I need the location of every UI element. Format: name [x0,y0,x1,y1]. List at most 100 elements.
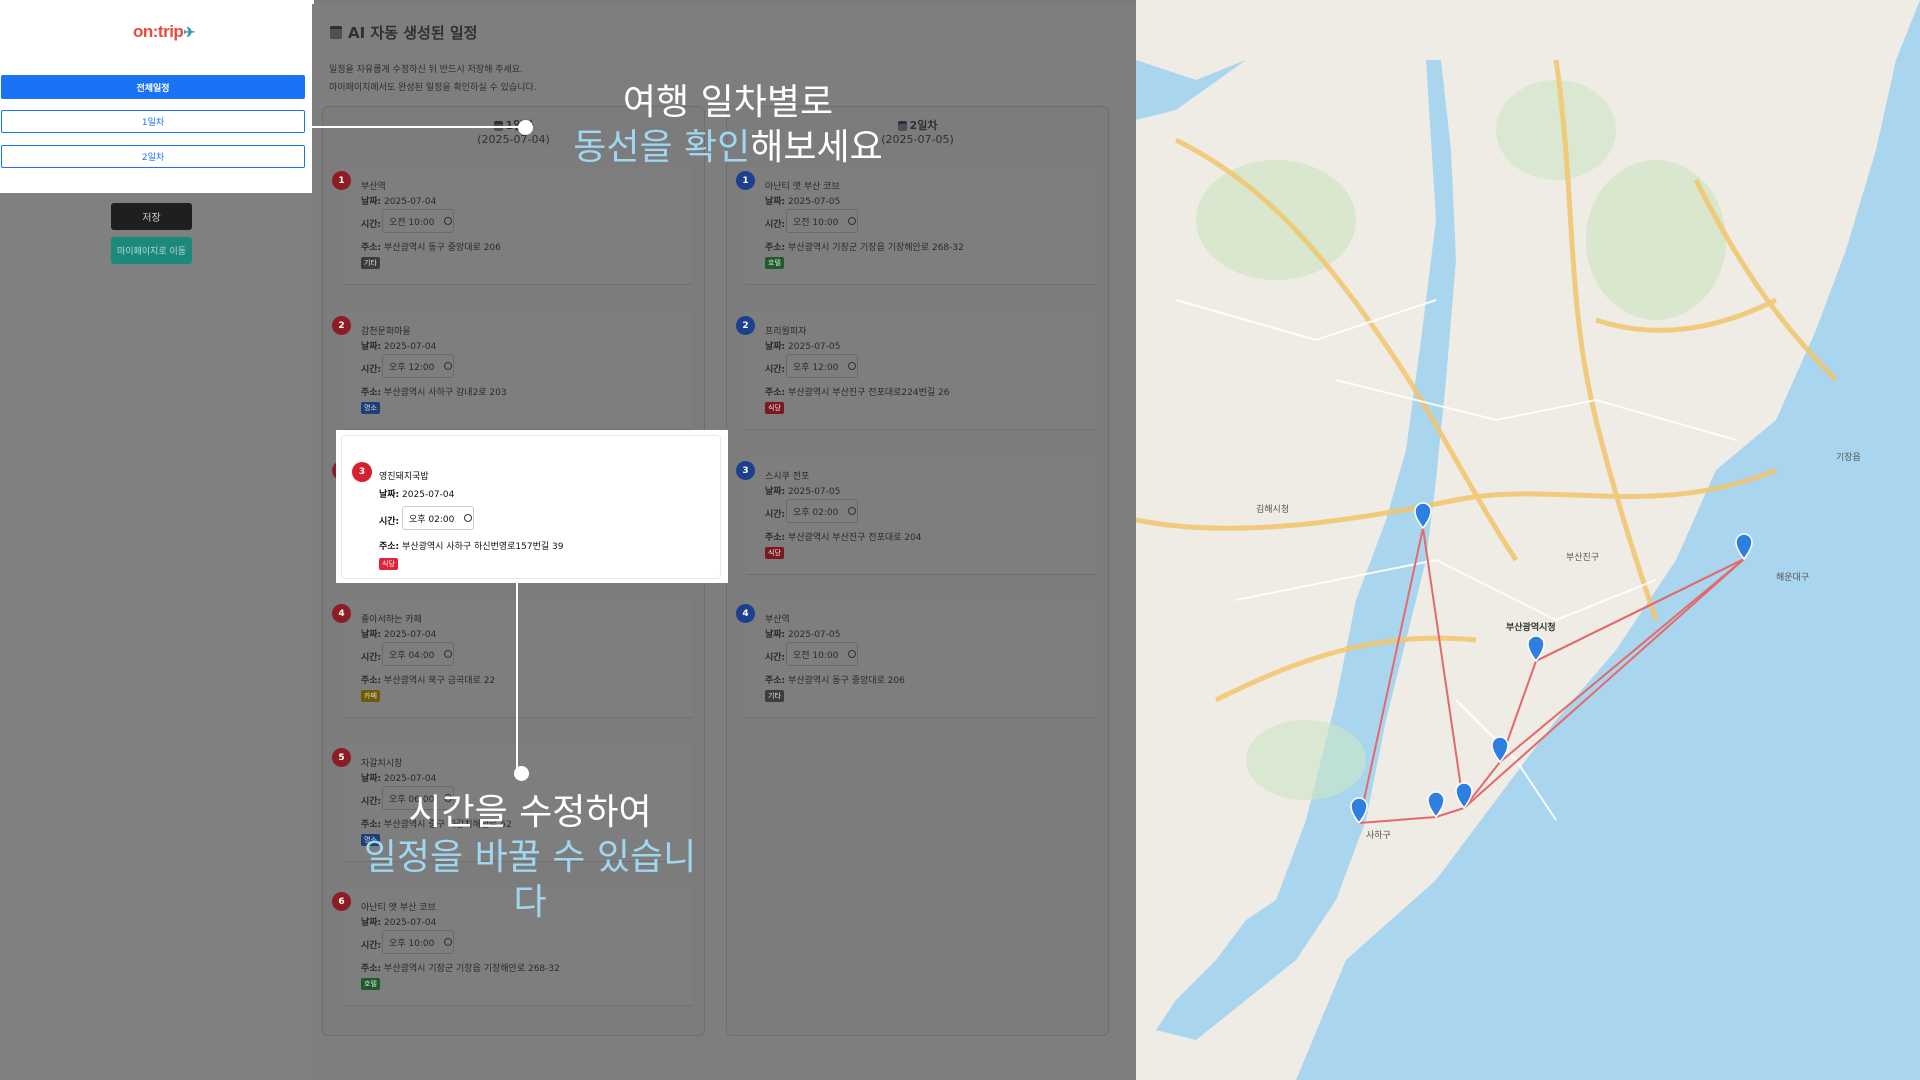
schedule-card[interactable]: 1 부산역날짜: 2025-07-04 시간: 오전 10:00 주소: 부산광역시 동… [332,167,692,285]
time-input[interactable]: 오후 12:00 [786,354,858,378]
clock-icon [444,217,453,225]
order-badge: 4 [332,604,351,623]
order-badge: 1 [736,171,755,190]
place-name: 스시쿠 전포 [765,472,810,482]
map-label: 부산광역시청 [1506,621,1556,633]
place-address: 주소: 부산광역시 부산진구 전포대로 204 [765,533,922,543]
place-date: 날짜: 2025-07-04 [361,197,437,207]
category-tag: 식당 [765,402,784,414]
day1-button[interactable]: 1일차 [1,110,305,133]
place-name: 부산역 [361,182,386,192]
place-name: 프리월피자 [765,327,807,337]
sidebar: on:trip✈ 전체일정 1일차 2일차 저장 마이페이지로 이동 [0,0,314,1080]
clock-icon [848,217,857,225]
time-label: 시간: [379,517,400,527]
callout-connector-line [516,583,518,773]
map-pin[interactable] [1427,791,1445,819]
time-input[interactable]: 오후 10:00 [382,930,454,954]
order-badge: 2 [332,316,351,335]
category-tag: 식당 [765,547,784,559]
place-date: 날짜: 2025-07-05 [765,342,841,352]
place-name: 부산역 [765,615,790,625]
category-tag: 식당 [379,558,398,570]
save-button[interactable]: 저장 [111,203,192,230]
clock-icon [848,362,857,370]
place-address: 주소: 부산광역시 동구 중앙대로 206 [765,676,905,686]
order-badge: 1 [332,171,351,190]
schedule-card[interactable]: 4 부산역날짜: 2025-07-05 시간: 오전 10:00 주소: 부산광역시 동… [736,600,1096,718]
schedule-card[interactable]: 3 스시쿠 전포 날짜: 2025-07-05 시간: 오후 02:00 주소: 부산광역… [736,457,1096,575]
time-input[interactable]: 오전 10:00 [786,209,858,233]
clock-icon [444,650,453,658]
category-tag: 호텔 [765,257,784,269]
clock-icon [848,650,857,658]
place-address: 주소: 부산광역시 사하구 하신번영로157번길 39 [379,542,564,552]
time-input[interactable]: 오전 10:00 [786,642,858,666]
clock-icon [444,938,453,946]
time-input[interactable]: 오후 12:00 [382,354,454,378]
day2-button[interactable]: 2일차 [1,145,305,168]
park-area [1196,160,1356,280]
callout-connector-line [312,126,526,128]
all-schedule-button[interactable]: 전체일정 [1,75,305,99]
ontrip-logo[interactable]: on:trip✈ [133,22,195,42]
time-label: 시간: [765,220,786,230]
place-name: 아난티 앳 부산 코브 [765,182,840,192]
park-area [1496,80,1616,180]
time-label: 시간: [765,653,786,663]
map-canvas[interactable]: 부산광역시청 김해시청 해운대구 기장읍 사하구 부산진구 [1136,0,1920,1080]
map-label: 기장읍 [1836,452,1861,463]
place-date: 날짜: 2025-07-04 [379,490,455,500]
schedule-card[interactable]: 2 감천문화마을 날짜: 2025-07-04 시간: 오후 12:00 주소: 부산광역… [332,312,692,430]
order-badge: 2 [736,316,755,335]
place-address: 주소: 부산광역시 기장군 기장읍 기장해안로 268-32 [361,964,560,974]
place-date: 날짜: 2025-07-04 [361,774,437,784]
place-address: 주소: 부산광역시 기장군 기장읍 기장해안로 268-32 [765,243,964,253]
time-input[interactable]: 오후 02:00 [402,506,474,530]
place-address: 주소: 부산광역시 사하구 감내2로 203 [361,388,507,398]
category-tag: 호텔 [361,978,380,990]
schedule-card[interactable]: 2 프리월피자 날짜: 2025-07-05 시간: 오후 12:00 주소: 부산광역시… [736,312,1096,430]
park-area [1586,160,1726,320]
highlighted-schedule-card[interactable]: 3 영진돼지국밥 날짜: 2025-07-04 시간: 오후 02:00 주소:… [336,430,728,583]
place-address: 주소: 부산광역시 북구 금곡대로 22 [361,676,496,686]
time-label: 시간: [361,220,382,230]
place-date: 날짜: 2025-07-05 [765,197,841,207]
park-area [1246,720,1366,800]
mypage-button[interactable]: 마이페이지로 이동 [111,237,192,264]
map-label: 해운대구 [1776,572,1809,583]
order-badge: 3 [352,462,372,482]
place-date: 날짜: 2025-07-05 [765,630,841,640]
description-line-2: 마이페이지에서도 완성된 일정을 확인하실 수 있습니다. [329,83,537,93]
place-address: 주소: 부산광역시 동구 중앙대로 206 [361,243,501,253]
category-tag: 명소 [361,402,380,414]
place-date: 날짜: 2025-07-05 [765,487,841,497]
map-label: 김해시청 [1256,503,1289,515]
time-label: 시간: [765,510,786,520]
time-input[interactable]: 오후 04:00 [382,642,454,666]
place-address: 주소: 부산광역시 부산진구 전포대로224번길 26 [765,388,950,398]
callout-time-edit: 시간을 수정하여 일정을 바꿀 수 있습니다 [363,792,697,923]
time-label: 시간: [361,941,382,951]
card-inner: 3 영진돼지국밥 날짜: 2025-07-04 시간: 오후 02:00 주소:… [341,435,721,579]
place-date: 날짜: 2025-07-04 [361,630,437,640]
clock-icon [464,514,473,522]
place-date: 날짜: 2025-07-04 [361,342,437,352]
sidebar-top-panel: on:trip✈ 전체일정 1일차 2일차 [0,0,314,193]
place-name: 좋아서하는 카페 [361,615,422,625]
order-badge: 4 [736,604,755,623]
time-input[interactable]: 오전 10:00 [382,209,454,233]
route-map[interactable]: 부산광역시청 김해시청 해운대구 기장읍 사하구 부산진구 [1136,0,1920,1080]
order-badge: 6 [332,892,351,911]
time-input[interactable]: 오후 02:00 [786,499,858,523]
place-name: 자갈치시장 [361,759,403,769]
callout-connector-dot [518,120,533,135]
order-badge: 5 [332,748,351,767]
callout-connector-dot [514,766,529,781]
callout-route: 여행 일차별로 동선을 확인해보세요 [573,82,883,168]
clock-icon [848,507,857,515]
page-title: AI 자동 생성된 일정 [330,22,477,43]
category-tag: 기타 [361,257,380,269]
schedule-card[interactable]: 1 아난티 앳 부산 코브날짜: 2025-07-05 시간: 오전 10:00 주소:… [736,167,1096,285]
description-line-1: 일정을 자유롭게 수정하신 뒤 반드시 저장해 주세요. [329,65,523,75]
